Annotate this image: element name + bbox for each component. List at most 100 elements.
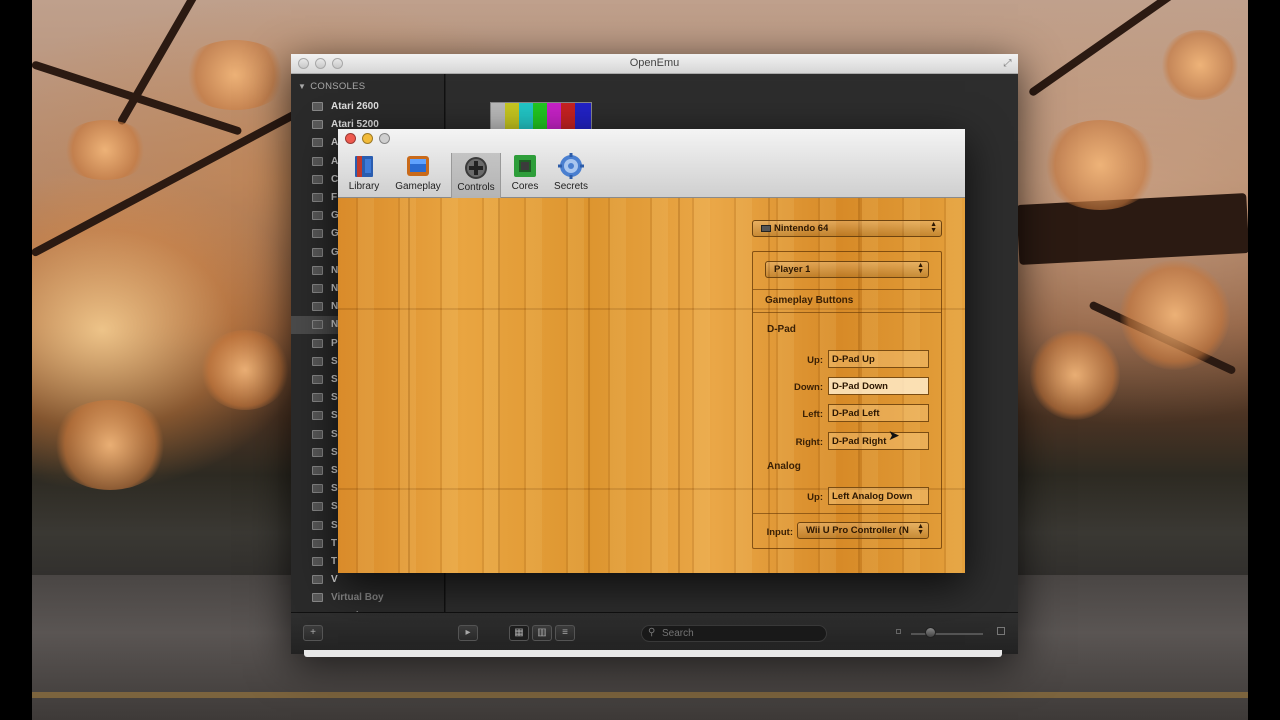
analog-up-label: Up: (807, 492, 823, 503)
tab-controls-label: Controls (457, 182, 495, 193)
dpad-down-label: Down: (793, 382, 823, 393)
list-view-button[interactable]: ≡ (555, 625, 575, 641)
sidebar-console-label: T (331, 556, 338, 567)
dpad-left-binding[interactable]: D-Pad Left (828, 404, 929, 422)
controls-icon (465, 157, 487, 179)
search-input[interactable] (662, 627, 822, 640)
console-icon (312, 557, 323, 566)
analog-up-binding[interactable]: Left Analog Down (828, 487, 929, 505)
minimize-button[interactable] (362, 133, 373, 144)
sidebar-console-label: S (331, 520, 338, 531)
main-window-titlebar[interactable]: OpenEmu ⤢ (291, 54, 1018, 74)
wallpaper-road-line (32, 692, 1248, 698)
sidebar-console-item[interactable]: Virtual Boy (291, 589, 444, 607)
popup-arrows-icon: ▲ ▼ (917, 262, 924, 275)
play-icon: ▸ (465, 627, 471, 638)
wood-board-seam (408, 198, 410, 573)
disclosure-triangle-icon[interactable]: ▼ (298, 82, 306, 91)
tab-library[interactable]: Library (344, 147, 384, 197)
console-icon (312, 211, 323, 220)
input-device-popup[interactable]: Wii U Pro Controller (N ▲ ▼ (797, 522, 929, 539)
tab-gameplay[interactable]: Gameplay (392, 147, 444, 197)
console-icon (312, 448, 323, 457)
console-icon (312, 393, 323, 402)
input-device-value: Wii U Pro Controller (N (806, 525, 909, 536)
wallpaper-blossom (60, 120, 150, 180)
zoom-slider-track[interactable] (911, 633, 983, 635)
library-icon (355, 156, 373, 177)
console-icon (312, 484, 323, 493)
console-icon (312, 302, 323, 311)
main-window-title: OpenEmu (629, 57, 680, 69)
letterbox-left (0, 0, 32, 720)
tab-controls[interactable]: Controls (451, 153, 501, 198)
wallpaper-blossom (1030, 330, 1120, 420)
gameplay-icon (407, 156, 429, 176)
tab-cores[interactable]: Cores (506, 147, 544, 197)
analog-group-title: Analog (767, 461, 801, 472)
console-icon (312, 138, 323, 147)
tab-secrets-label: Secrets (554, 181, 588, 192)
input-label: Input: (766, 527, 793, 538)
coverflow-view-button[interactable]: ▥ (532, 625, 552, 641)
dpad-up-binding[interactable]: D-Pad Up (828, 350, 929, 368)
tab-secrets[interactable]: Secrets (551, 147, 591, 197)
player-popup-value: Player 1 (774, 264, 811, 275)
tab-gameplay-label: Gameplay (395, 181, 441, 192)
wood-board-seam (678, 198, 680, 573)
fullscreen-icon[interactable]: ⤢ (1002, 58, 1013, 69)
consoles-header[interactable]: ▼ CONSOLES (298, 81, 365, 92)
add-button[interactable]: + (303, 625, 323, 641)
zoom-button[interactable] (379, 133, 390, 144)
dpad-left-label: Left: (802, 409, 823, 420)
console-icon (312, 411, 323, 420)
play-button[interactable]: ▸ (458, 625, 478, 641)
section-title: Gameplay Buttons (765, 295, 854, 306)
console-icon (312, 248, 323, 257)
console-icon (312, 320, 323, 329)
sidebar-console-label: S (331, 374, 338, 385)
console-icon (312, 357, 323, 366)
sidebar-console-label: Atari 2600 (331, 101, 379, 112)
sidebar-console-label: S (331, 392, 338, 403)
console-icon (312, 229, 323, 238)
sidebar-console-item[interactable]: V (291, 571, 444, 589)
console-icon (312, 375, 323, 384)
preferences-window-controls (345, 133, 390, 144)
dpad-right-binding[interactable]: D-Pad Right (828, 432, 929, 450)
mouse-pointer-icon: ➤ (888, 427, 900, 443)
sidebar-console-label: S (331, 501, 338, 512)
preferences-window: Library Gameplay Controls Cores Secrets (338, 129, 965, 573)
console-icon (312, 575, 323, 584)
search-icon: ⚲ (648, 627, 656, 638)
console-icon (312, 193, 323, 202)
system-popup[interactable]: Nintendo 64 ▲ ▼ (752, 220, 942, 237)
cores-icon (514, 155, 536, 177)
search-field[interactable]: ⚲ (641, 625, 827, 642)
console-icon (312, 284, 323, 293)
sidebar-console-item[interactable]: Atari 2600 (291, 98, 444, 116)
dpad-right-label: Right: (795, 437, 823, 448)
console-icon (312, 157, 323, 166)
system-popup-value: Nintendo 64 (774, 223, 829, 234)
consoles-header-label: CONSOLES (310, 81, 366, 92)
tab-cores-label: Cores (511, 181, 539, 192)
game-thumbnail[interactable] (490, 102, 592, 132)
controls-settings-panel: Player 1 ▲ ▼ Gameplay Buttons D-Pad Up: D… (752, 251, 942, 549)
dpad-down-binding[interactable]: D-Pad Down (828, 377, 929, 395)
wallpaper-blossom (50, 400, 170, 490)
wood-board-seam (588, 198, 590, 573)
popup-arrows-icon: ▲ ▼ (917, 523, 924, 536)
zoom-slider-knob[interactable] (925, 627, 936, 638)
wallpaper-blossom (1120, 260, 1230, 370)
console-icon (312, 175, 323, 184)
n64-console-icon (761, 225, 771, 232)
preferences-toolbar: Library Gameplay Controls Cores Secrets (338, 129, 965, 198)
close-button[interactable] (345, 133, 356, 144)
grid-view-button[interactable]: ▦ (509, 625, 529, 641)
player-popup[interactable]: Player 1 ▲ ▼ (765, 261, 929, 278)
dpad-up-label: Up: (807, 355, 823, 366)
divider (753, 289, 941, 290)
sidebar-console-label: F (331, 192, 338, 203)
console-icon (312, 593, 323, 602)
